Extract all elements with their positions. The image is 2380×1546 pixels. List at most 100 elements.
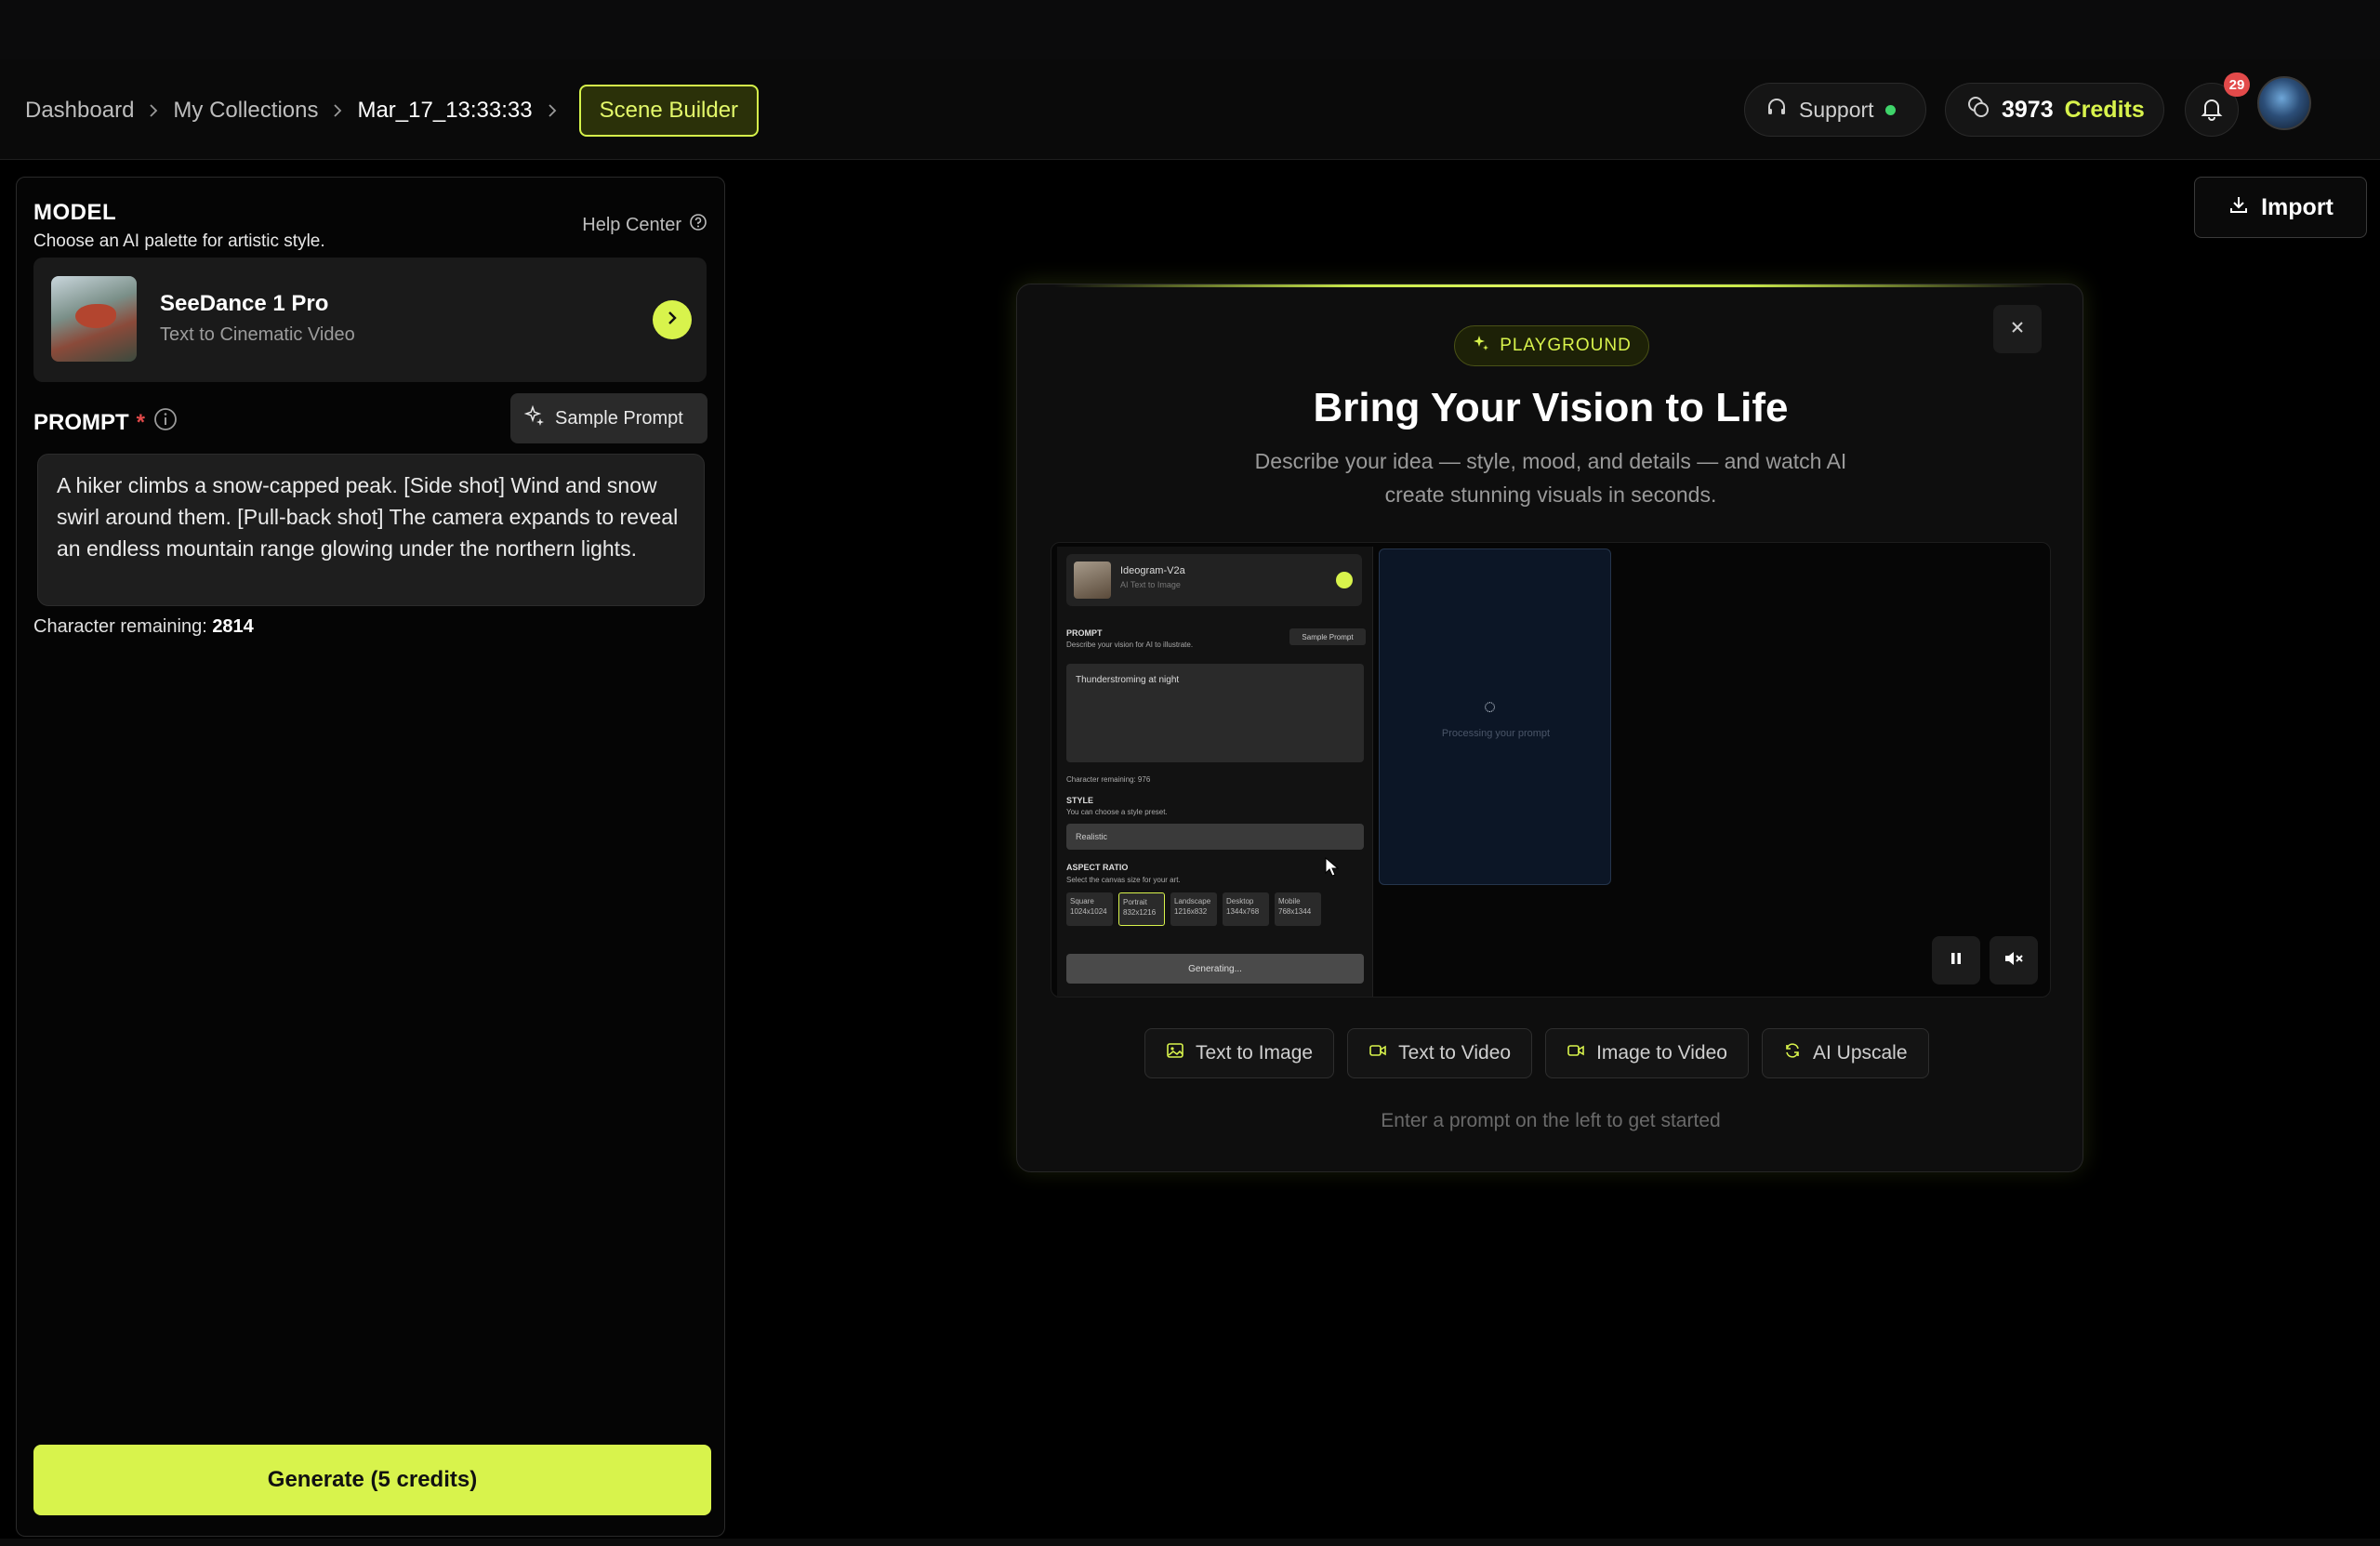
demo-style-select: Realistic xyxy=(1066,824,1364,850)
model-section-title: MODEL xyxy=(33,200,117,225)
demo-video-player[interactable]: Ideogram-V2a AI Text to Image PROMPT Des… xyxy=(1051,542,2051,998)
demo-processing-text: Processing your prompt xyxy=(1441,728,1551,739)
chevron-right-icon xyxy=(145,102,162,119)
required-asterisk: * xyxy=(136,409,146,435)
tab-ai-upscale[interactable]: AI Upscale xyxy=(1761,1028,1929,1078)
window-bottom-strip xyxy=(0,1539,2380,1546)
speaker-muted-icon xyxy=(2003,950,2024,971)
demo-model-go-icon xyxy=(1336,572,1353,588)
demo-ratio-square: Square 1024x1024 xyxy=(1066,892,1113,926)
character-remaining-label: Character remaining: xyxy=(33,616,207,637)
support-button[interactable]: Support xyxy=(1744,83,1926,137)
image-icon xyxy=(1166,1041,1184,1065)
scene-builder-button[interactable]: Scene Builder xyxy=(578,85,760,137)
playground-badge-label: PLAYGROUND xyxy=(1500,336,1632,355)
left-panel: MODEL Choose an AI palette for artistic … xyxy=(16,177,725,1537)
headphones-icon xyxy=(1765,96,1788,124)
tab-text-to-video[interactable]: Text to Video xyxy=(1347,1028,1533,1078)
playground-badge: PLAYGROUND xyxy=(1454,325,1649,366)
prompt-title-label: PROMPT xyxy=(33,409,129,435)
demo-model-card: Ideogram-V2a AI Text to Image xyxy=(1066,554,1362,606)
user-avatar[interactable] xyxy=(2257,76,2311,130)
demo-prompt-desc: Describe your vision for AI to illustrat… xyxy=(1066,641,1194,649)
chevron-right-icon xyxy=(544,102,561,119)
mouse-cursor-icon xyxy=(1325,856,1340,882)
mute-button[interactable] xyxy=(1990,936,2038,984)
model-name: SeeDance 1 Pro xyxy=(160,291,329,316)
import-label: Import xyxy=(2261,193,2334,220)
generate-button[interactable]: Generate (5 credits) xyxy=(33,1445,711,1515)
demo-prompt-text: Thunderstroming at night xyxy=(1066,664,1364,762)
modal-glow-edge xyxy=(1054,284,2047,287)
character-remaining: Character remaining: 2814 xyxy=(33,616,254,638)
prompt-section-title: PROMPT * xyxy=(33,406,178,439)
online-status-dot xyxy=(1884,104,1896,115)
demo-ratio-mobile: Mobile 768x1344 xyxy=(1275,892,1321,926)
demo-style-desc: You can choose a style preset. xyxy=(1066,808,1168,816)
support-label: Support xyxy=(1799,97,1874,122)
download-icon xyxy=(2228,193,2250,222)
credits-word: Credits xyxy=(2064,96,2145,123)
breadcrumb-current-collection[interactable]: Mar_17_13:33:33 xyxy=(357,98,532,124)
demo-model-thumbnail xyxy=(1074,562,1111,599)
demo-prompt-label: PROMPT xyxy=(1066,628,1103,638)
playground-title: Bring Your Vision to Life xyxy=(1313,385,1789,430)
tab-label: Image to Video xyxy=(1596,1042,1727,1064)
notification-count-badge: 29 xyxy=(2224,73,2250,97)
prompt-textarea[interactable]: A hiker climbs a snow-capped peak. [Side… xyxy=(37,454,705,606)
demo-ratio-options: Square 1024x1024 Portrait 832x1216 Landsca… xyxy=(1066,892,1321,926)
pause-icon xyxy=(1948,950,1964,971)
model-selector-card[interactable]: SeeDance 1 Pro Text to Cinematic Video xyxy=(33,258,707,382)
demo-ratio-label: ASPECT RATIO xyxy=(1066,863,1129,872)
close-icon xyxy=(2008,318,2027,341)
sparkles-icon xyxy=(1472,334,1490,358)
close-modal-button[interactable] xyxy=(1993,305,2042,353)
playground-feature-tabs: Text to Image Text to Video Image to Vid… xyxy=(1144,1028,1929,1078)
demo-model-desc: AI Text to Image xyxy=(1120,580,1181,589)
demo-sample-prompt-button: Sample Prompt xyxy=(1289,628,1366,645)
demo-ratio-landscape: Landscape 1216x832 xyxy=(1170,892,1217,926)
credits-button[interactable]: 3973 Credits xyxy=(1945,83,2164,137)
breadcrumb: Dashboard My Collections Mar_17_13:33:33… xyxy=(25,85,760,137)
breadcrumb-dashboard[interactable]: Dashboard xyxy=(25,98,134,124)
credits-value: 3973 xyxy=(2002,96,2054,123)
tab-label: AI Upscale xyxy=(1812,1042,1908,1064)
window-top-strip xyxy=(0,0,2380,59)
playground-hint: Enter a prompt on the left to get starte… xyxy=(1381,1110,1721,1131)
help-center-label: Help Center xyxy=(582,214,681,235)
chevron-right-icon xyxy=(329,102,346,119)
bell-icon xyxy=(2199,95,2225,126)
model-section-subtitle: Choose an AI palette for artistic style. xyxy=(33,231,325,251)
sample-prompt-label: Sample Prompt xyxy=(555,407,683,429)
demo-model-name: Ideogram-V2a xyxy=(1120,565,1185,576)
pause-button[interactable] xyxy=(1932,936,1980,984)
playground-subtitle: Describe your idea — style, mood, and de… xyxy=(1254,449,1847,507)
demo-ratio-desc: Select the canvas size for your art. xyxy=(1066,876,1181,884)
refresh-icon xyxy=(1783,1041,1802,1065)
chevron-right-icon xyxy=(663,309,681,332)
app-header: Dashboard My Collections Mar_17_13:33:33… xyxy=(0,59,2380,160)
video-icon xyxy=(1368,1041,1387,1065)
help-center-link[interactable]: Help Center xyxy=(582,213,707,237)
character-remaining-value: 2814 xyxy=(212,616,254,637)
tab-text-to-image[interactable]: Text to Image xyxy=(1144,1028,1335,1078)
demo-left-panel: Ideogram-V2a AI Text to Image PROMPT Des… xyxy=(1057,547,1373,997)
breadcrumb-my-collections[interactable]: My Collections xyxy=(173,98,318,124)
spinner-icon: ◌ xyxy=(1484,694,1497,718)
demo-generating-button: Generating... xyxy=(1066,954,1364,984)
tab-label: Text to Image xyxy=(1196,1042,1314,1064)
playground-modal: PLAYGROUND Bring Your Vision to Life Des… xyxy=(1016,284,2083,1172)
demo-ratio-desktop: Desktop 1344x768 xyxy=(1223,892,1269,926)
info-icon[interactable] xyxy=(152,406,178,439)
question-circle-icon xyxy=(689,213,707,237)
demo-processing-preview: ◌ Processing your prompt xyxy=(1379,548,1611,885)
model-description: Text to Cinematic Video xyxy=(160,324,355,345)
model-select-button[interactable] xyxy=(653,300,692,339)
demo-style-label: STYLE xyxy=(1066,796,1094,805)
import-button[interactable]: Import xyxy=(2194,177,2367,238)
sample-prompt-button[interactable]: Sample Prompt xyxy=(510,393,707,443)
video-icon xyxy=(1567,1041,1585,1065)
tab-image-to-video[interactable]: Image to Video xyxy=(1545,1028,1749,1078)
demo-ratio-portrait: Portrait 832x1216 xyxy=(1118,892,1165,926)
demo-char-remaining: Character remaining: 976 xyxy=(1066,775,1151,784)
